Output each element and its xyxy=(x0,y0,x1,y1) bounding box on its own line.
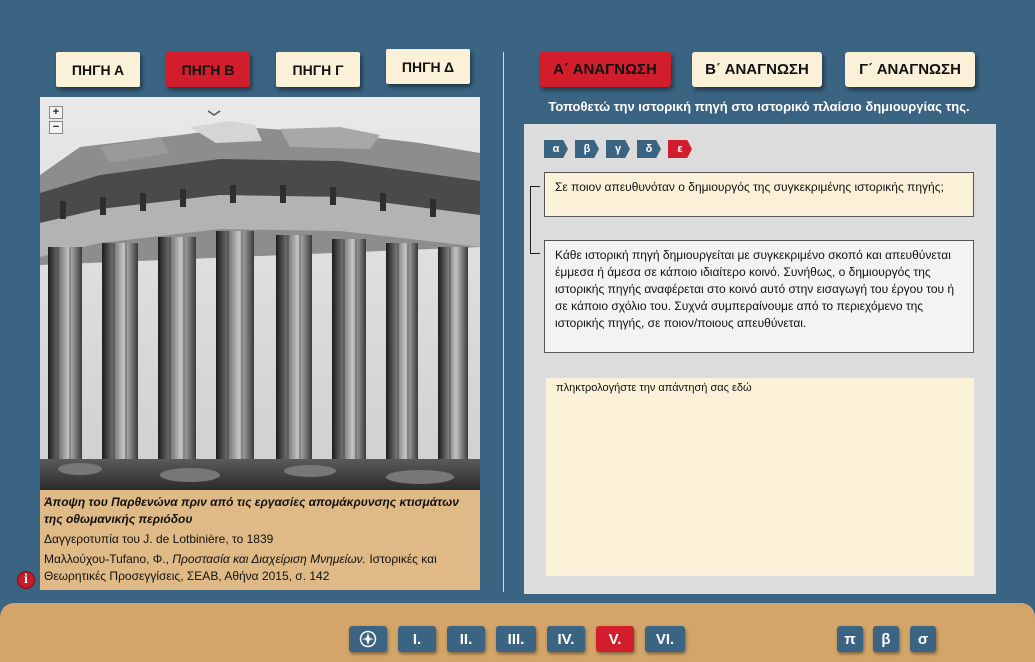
question-hint-connector xyxy=(530,186,540,254)
step-tab-a[interactable]: α xyxy=(544,140,568,158)
tab-source-c[interactable]: ΠΗΓΗ Γ xyxy=(276,52,360,87)
tab-source-b[interactable]: ΠΗΓΗ Β xyxy=(166,52,250,87)
panel-divider xyxy=(503,52,504,592)
image-caption: Άποψη του Παρθενώνα πριν από τις εργασίε… xyxy=(40,490,480,590)
info-icon[interactable]: i xyxy=(17,571,35,589)
nav-section-1[interactable]: I. xyxy=(398,626,436,652)
hint-box: Κάθε ιστορική πηγή δημιουργείται με συγκ… xyxy=(544,240,974,353)
tab-reading-a[interactable]: Α΄ ΑΝΑΓΝΩΣΗ xyxy=(539,52,671,87)
question-box: Σε ποιον απευθυνόταν ο δημιουργός της συ… xyxy=(544,172,974,217)
compass-icon xyxy=(359,630,377,648)
tab-reading-c[interactable]: Γ΄ ΑΝΑΓΝΩΣΗ xyxy=(845,52,975,87)
answer-input[interactable] xyxy=(546,378,974,576)
step-tab-e[interactable]: ε xyxy=(668,140,692,158)
step-tab-b[interactable]: β xyxy=(575,140,599,158)
zoom-in-button[interactable]: + xyxy=(49,106,63,119)
nav-section-4[interactable]: IV. xyxy=(547,626,585,652)
caption-title: Άποψη του Παρθενώνα πριν από τις εργασίε… xyxy=(44,495,459,526)
tab-source-a[interactable]: ΠΗΓΗ Α xyxy=(56,52,140,87)
tool-button-beta[interactable]: β xyxy=(873,626,899,652)
parthenon-photo xyxy=(40,97,480,490)
step-tab-d[interactable]: δ xyxy=(637,140,661,158)
tab-reading-b[interactable]: Β΄ ΑΝΑΓΝΩΣΗ xyxy=(692,52,822,87)
caption-credit: Δαγγεροτυπία του J. de Lotbinière, το 18… xyxy=(44,532,274,546)
nav-section-6[interactable]: VI. xyxy=(645,626,685,652)
tool-button-sigma[interactable]: σ xyxy=(910,626,936,652)
nav-section-2[interactable]: II. xyxy=(447,626,485,652)
tab-source-d[interactable]: ΠΗΓΗ Δ xyxy=(386,49,470,84)
source-image[interactable] xyxy=(40,97,480,490)
tool-button-pi[interactable]: π xyxy=(837,626,863,652)
compass-button[interactable] xyxy=(349,626,387,652)
step-tab-c[interactable]: γ xyxy=(606,140,630,158)
nav-section-5[interactable]: V. xyxy=(596,626,634,652)
nav-section-3[interactable]: III. xyxy=(496,626,536,652)
instruction-text: Τοποθετώ την ιστορική πηγή στο ιστορικό … xyxy=(548,99,970,114)
caption-reference: Μαλλούχου-Tufano, Φ., Προστασία και Διαχ… xyxy=(44,552,437,583)
zoom-out-button[interactable]: − xyxy=(49,121,63,134)
